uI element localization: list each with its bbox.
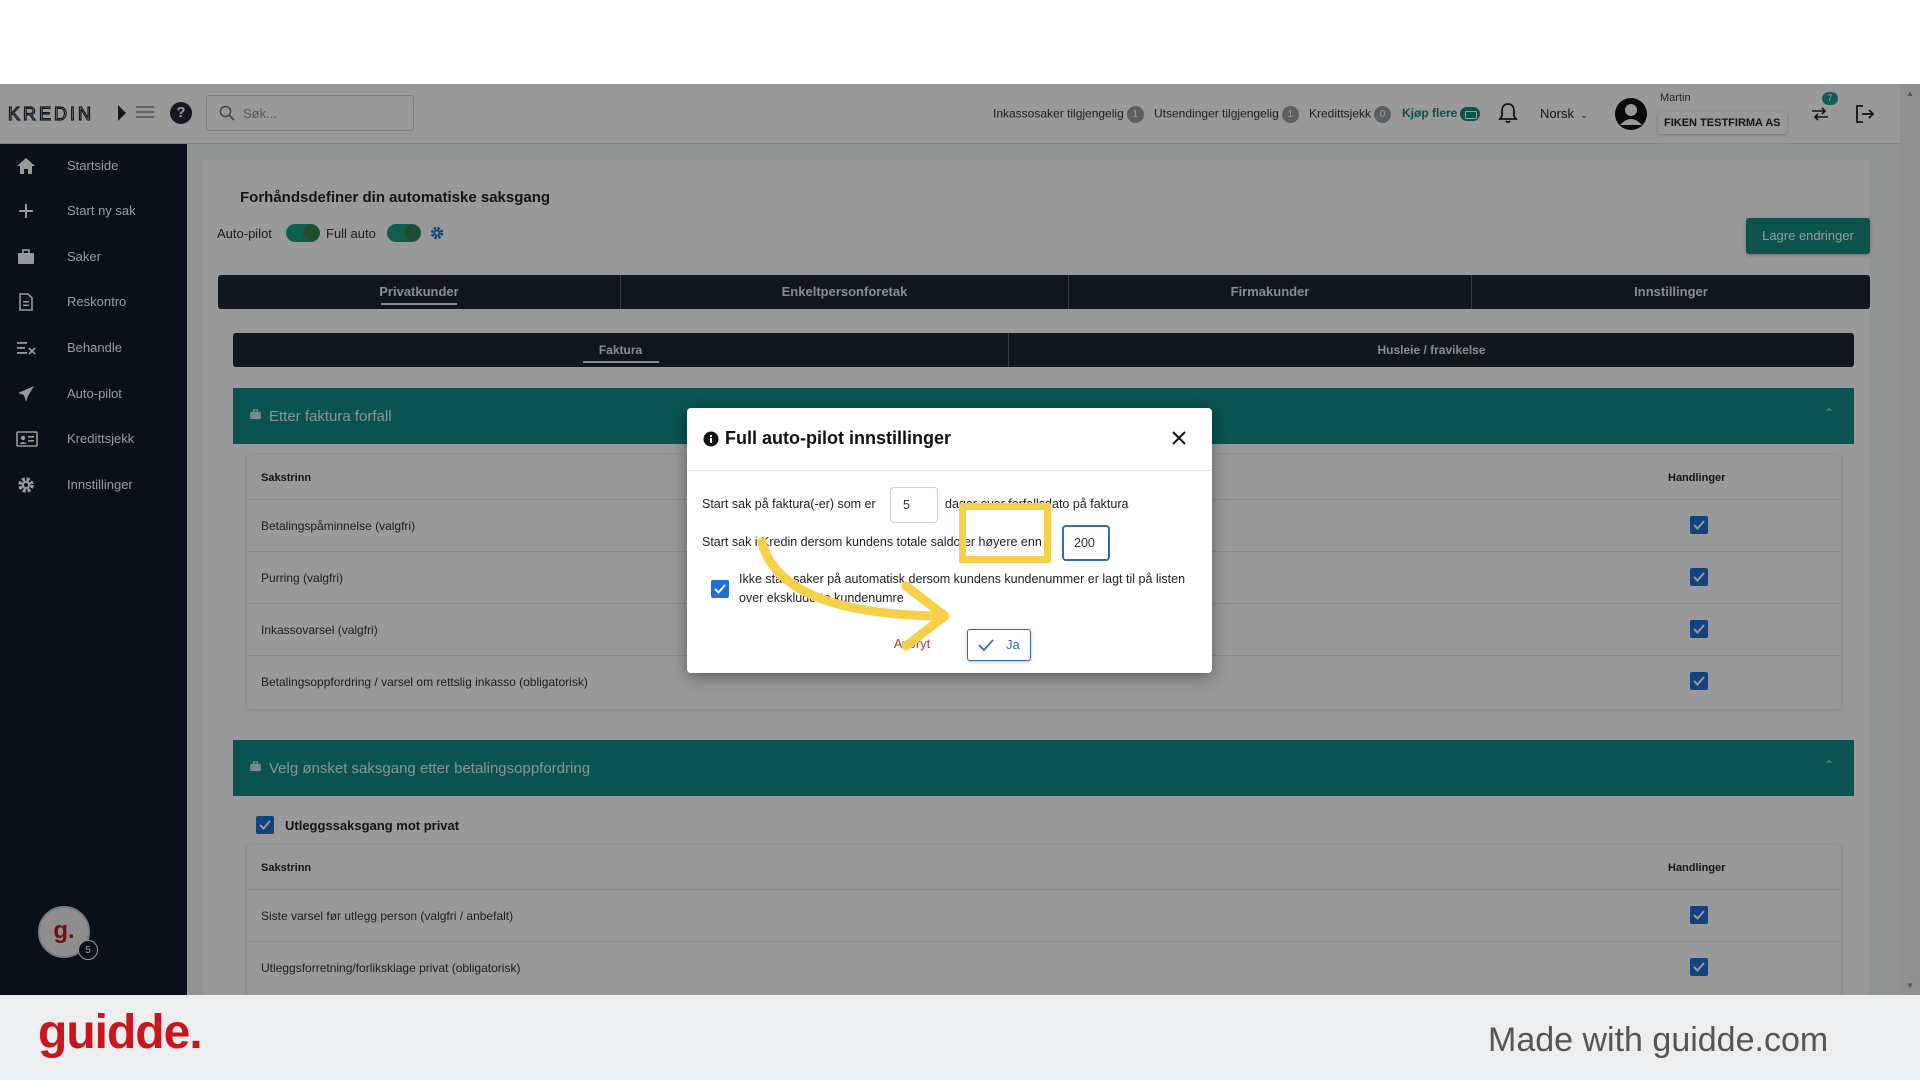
dialog-title: Full auto-pilot innstillinger xyxy=(725,428,951,448)
info-icon xyxy=(703,431,719,447)
divider xyxy=(687,470,1212,471)
pointer-arrow-icon xyxy=(757,537,950,651)
made-with-text: Made with guidde.com xyxy=(1488,1021,1829,1059)
days-label-before: Start sak på faktura(-er) som er xyxy=(702,497,876,511)
highlight-box xyxy=(959,503,1051,563)
check-icon xyxy=(978,639,994,652)
yes-button[interactable]: Ja xyxy=(967,629,1031,661)
close-icon[interactable] xyxy=(1171,430,1187,446)
days-input[interactable] xyxy=(890,487,938,523)
guidde-footer: guidde. Made with guidde.com xyxy=(0,995,1920,1080)
app-screen: KREDIN ? Inkassosaker tilgjengelig1 Utse… xyxy=(0,84,1920,995)
guidde-logo[interactable]: guidde. xyxy=(38,1005,203,1060)
exclude-checkbox[interactable] xyxy=(711,580,729,598)
check-icon xyxy=(714,584,726,594)
amount-input[interactable] xyxy=(1062,525,1110,561)
